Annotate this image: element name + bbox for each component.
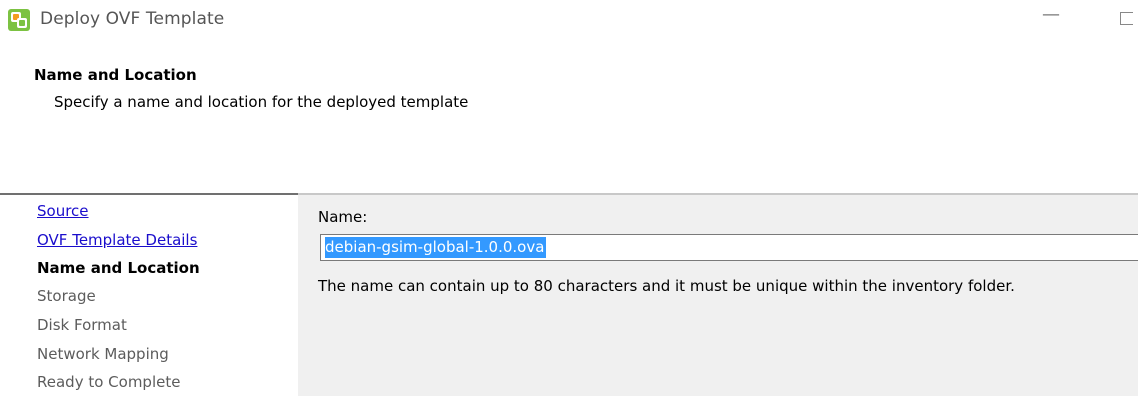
wizard-steps: Source OVF Template Details Name and Loc… [0, 195, 298, 396]
step-disk-format: Disk Format [37, 316, 127, 334]
name-help-text: The name can contain up to 80 characters… [318, 277, 1015, 295]
page-subtitle: Specify a name and location for the depl… [54, 93, 469, 111]
step-name-and-location: Name and Location [37, 259, 200, 277]
wizard-header: Name and Location Specify a name and loc… [0, 38, 1138, 183]
step-ready-to-complete: Ready to Complete [37, 373, 181, 391]
minimize-button[interactable]: — [1042, 4, 1060, 25]
name-input[interactable]: debian-gsim-global-1.0.0.ova [320, 234, 1138, 261]
vsphere-logo-icon [8, 9, 30, 31]
title-bar: Deploy OVF Template — [0, 0, 1138, 38]
wizard-content: Name: debian-gsim-global-1.0.0.ova The n… [298, 195, 1138, 396]
page-title: Name and Location [34, 66, 197, 84]
name-label: Name: [318, 208, 368, 226]
window-title: Deploy OVF Template [40, 9, 225, 29]
step-network-mapping: Network Mapping [37, 345, 169, 363]
step-ovf-template-details[interactable]: OVF Template Details [37, 231, 197, 249]
maximize-button[interactable] [1120, 12, 1133, 25]
step-storage: Storage [37, 287, 96, 305]
step-source[interactable]: Source [37, 202, 89, 220]
name-input-value[interactable]: debian-gsim-global-1.0.0.ova [325, 237, 547, 258]
